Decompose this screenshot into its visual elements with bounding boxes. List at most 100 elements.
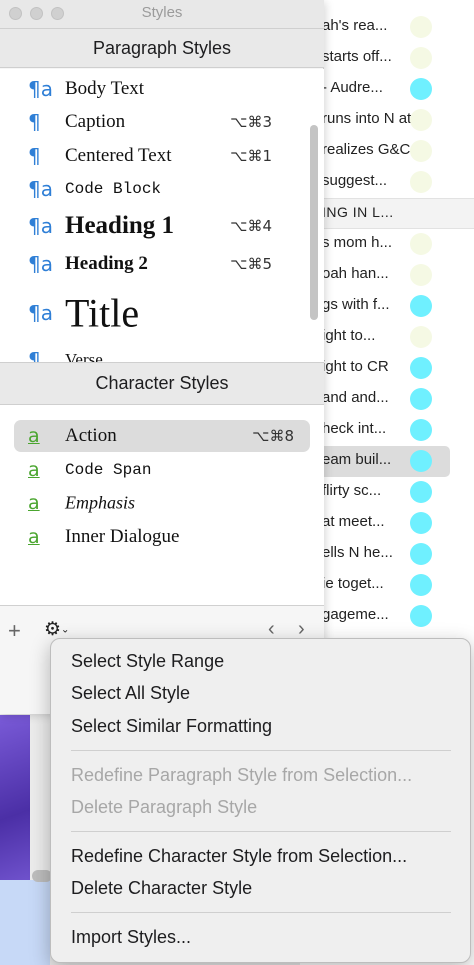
menu-item-redefine-paragraph-style: Redefine Paragraph Style from Selection.… <box>71 765 413 785</box>
outline-row[interactable]: realizes G&C... <box>300 136 474 167</box>
menu-item-redefine-character-style[interactable]: Redefine Character Style from Selection.… <box>71 846 407 867</box>
titlebar: Styles <box>0 0 324 28</box>
paragraph-text-icon: ¶a <box>28 214 53 238</box>
status-dot[interactable] <box>410 264 432 286</box>
outline-row[interactable]: ight to CR <box>300 353 474 384</box>
character-style-icon: a <box>28 492 40 514</box>
status-dot[interactable] <box>410 388 432 410</box>
paragraph-style-heading-2[interactable]: ¶a Heading 2 ⌥⌘5 <box>14 247 310 281</box>
menu-separator <box>71 750 451 751</box>
paragraph-text-icon: ¶a <box>28 252 53 276</box>
outline-row[interactable]: suggest... <box>300 167 474 198</box>
menu-item-select-similar-formatting[interactable]: Select Similar Formatting <box>71 716 272 737</box>
background-image <box>0 715 30 880</box>
menu-separator <box>71 912 451 913</box>
menu-item-select-all-style[interactable]: Select All Style <box>71 683 190 704</box>
status-dot[interactable] <box>410 109 432 131</box>
menu-separator <box>71 831 451 832</box>
outline-row[interactable]: gageme... <box>300 601 474 632</box>
paragraph-style-caption[interactable]: ¶ Caption ⌥⌘3 <box>14 105 310 139</box>
status-dot[interactable] <box>410 419 432 441</box>
style-shortcut: ⌥⌘5 <box>230 255 272 273</box>
status-dot[interactable] <box>410 171 432 193</box>
character-style-icon: a <box>28 425 40 447</box>
outline-row[interactable]: flirty sc... <box>300 477 474 508</box>
status-dot[interactable] <box>410 78 432 100</box>
style-name: Code Span <box>65 461 152 479</box>
background-panel <box>0 880 50 965</box>
paragraph-text-icon: ¶a <box>28 177 53 201</box>
style-name: Action <box>65 425 117 446</box>
outline-row[interactable]: ah's rea... <box>300 12 474 43</box>
style-name: Heading 1 <box>65 212 175 239</box>
chevron-down-icon: ⌄ <box>61 624 70 636</box>
character-style-inner-dialogue[interactable]: a Inner Dialogue <box>14 521 310 553</box>
status-dot[interactable] <box>410 233 432 255</box>
status-dot[interactable] <box>410 47 432 69</box>
character-style-code-span[interactable]: a Code Span <box>14 454 310 486</box>
status-dot[interactable] <box>410 512 432 534</box>
gear-context-menu: Select Style Range Select All Style Sele… <box>50 638 471 963</box>
paragraph-text-icon: ¶a <box>28 77 53 101</box>
outline-row[interactable]: runs into N at... <box>300 105 474 136</box>
outline-row[interactable]: gs with f... <box>300 291 474 322</box>
style-name: Centered Text <box>65 145 172 166</box>
add-style-button[interactable]: + <box>8 618 21 644</box>
outline-row[interactable]: oah han... <box>300 260 474 291</box>
paragraph-style-title[interactable]: ¶a Title <box>14 287 310 339</box>
outline-row-text: ING IN L... <box>322 204 394 220</box>
outline-row-selected[interactable]: eam buil... <box>304 446 450 477</box>
style-name: Verse <box>65 350 103 362</box>
status-dot[interactable] <box>410 140 432 162</box>
paragraph-style-code-block[interactable]: ¶a Code Block <box>14 172 310 206</box>
paragraph-styles-list: ¶a Body Text ¶ Caption ⌥⌘3 ¶ Centered Te… <box>0 69 324 362</box>
paragraph-styles-header: Paragraph Styles <box>0 28 324 68</box>
status-dot[interactable] <box>410 16 432 38</box>
outline-row[interactable]: - Audre... <box>300 74 474 105</box>
menu-item-import-styles[interactable]: Import Styles... <box>71 927 191 948</box>
style-name: Caption <box>65 111 126 132</box>
outline-row[interactable]: and and... <box>300 384 474 415</box>
paragraph-icon: ¶ <box>28 144 41 168</box>
status-dot[interactable] <box>410 326 432 348</box>
character-style-emphasis[interactable]: a Emphasis <box>14 487 310 519</box>
style-shortcut: ⌥⌘1 <box>230 147 272 165</box>
outline-row[interactable]: at meet... <box>300 508 474 539</box>
outline-row[interactable]: starts off... <box>300 43 474 74</box>
status-dot[interactable] <box>410 543 432 565</box>
status-dot[interactable] <box>410 481 432 503</box>
paragraph-style-heading-1[interactable]: ¶a Heading 1 ⌥⌘4 <box>14 206 310 246</box>
style-name: Title <box>65 290 140 336</box>
style-shortcut: ⌥⌘4 <box>230 217 272 235</box>
outline-row[interactable]: ells N he... <box>300 539 474 570</box>
style-name: Body Text <box>65 78 145 99</box>
gear-icon: ⚙ <box>44 619 62 640</box>
style-name: Inner Dialogue <box>65 526 180 547</box>
paragraph-style-body-text[interactable]: ¶a Body Text <box>14 72 310 106</box>
paragraph-text-icon: ¶a <box>28 301 53 325</box>
menu-item-delete-character-style[interactable]: Delete Character Style <box>71 878 252 899</box>
character-style-icon: a <box>28 526 40 548</box>
status-dot[interactable] <box>410 357 432 379</box>
style-name: Heading 2 <box>65 253 148 274</box>
paragraph-style-verse[interactable]: ¶ Verse <box>14 343 310 362</box>
outline-heading-row[interactable]: ING IN L... <box>300 198 474 229</box>
style-shortcut: ⌥⌘8 <box>252 427 294 445</box>
outline-row[interactable]: heck int... <box>300 415 474 446</box>
status-dot[interactable] <box>410 574 432 596</box>
paragraph-list-scrollbar[interactable] <box>310 125 318 320</box>
outline-row[interactable]: ight to... <box>300 322 474 353</box>
outline-row[interactable]: ie toget... <box>300 570 474 601</box>
background-scrollbar <box>32 870 52 882</box>
menu-item-select-style-range[interactable]: Select Style Range <box>71 651 224 672</box>
status-dot[interactable] <box>410 605 432 627</box>
paragraph-icon: ¶ <box>28 348 41 362</box>
styles-panel: Styles Paragraph Styles ¶a Body Text ¶ C… <box>0 0 324 714</box>
outline-row[interactable]: s mom h... <box>300 229 474 260</box>
character-style-action[interactable]: a Action ⌥⌘8 <box>14 420 310 452</box>
status-dot[interactable] <box>410 450 432 472</box>
style-name: Emphasis <box>65 492 136 513</box>
status-dot[interactable] <box>410 295 432 317</box>
paragraph-style-centered-text[interactable]: ¶ Centered Text ⌥⌘1 <box>14 139 310 173</box>
panel-title: Styles <box>141 4 183 21</box>
